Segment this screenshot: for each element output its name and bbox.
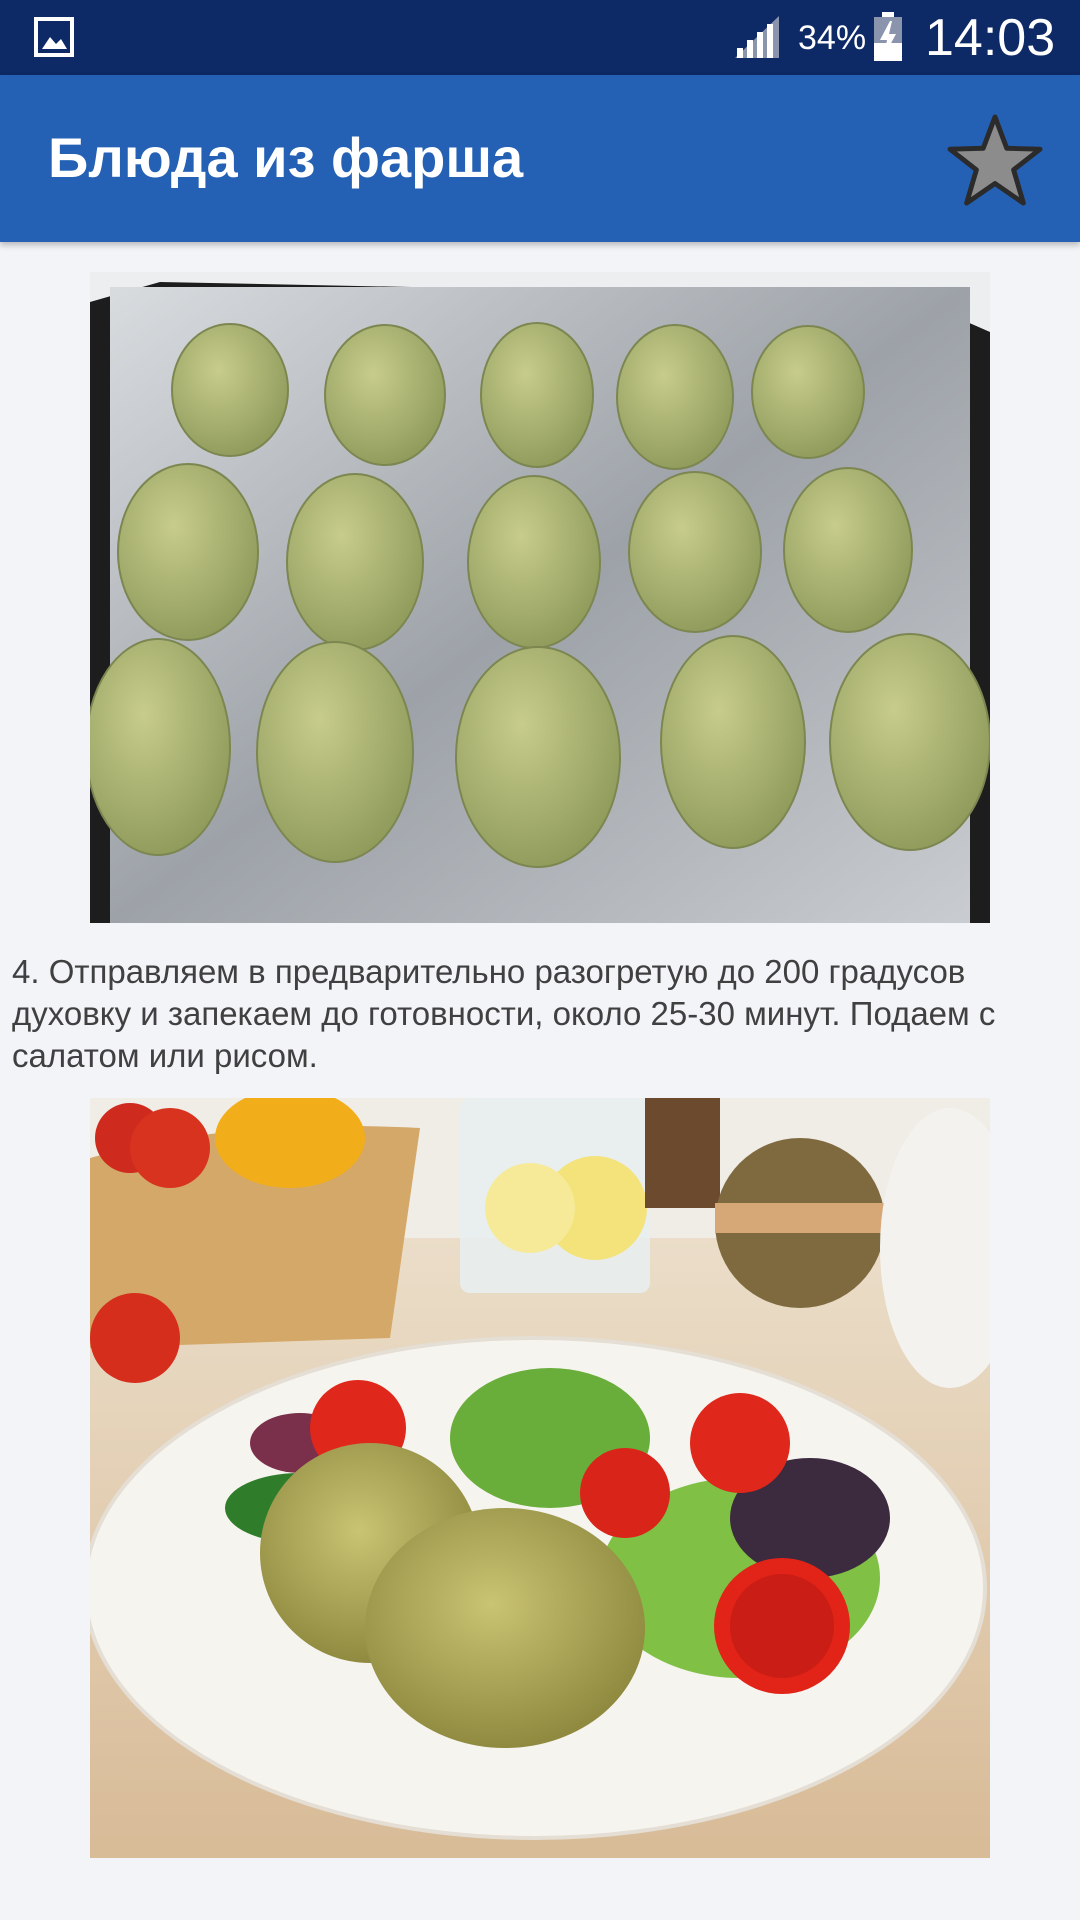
battery-percent: 34% bbox=[798, 19, 867, 57]
star-icon bbox=[947, 114, 1043, 206]
raw-patties-photo bbox=[90, 272, 990, 923]
partial-text-line bbox=[12, 242, 21, 258]
step-4-text: 4. Отправляем в предварительно разогрету… bbox=[12, 953, 996, 1074]
clock: 14:03 bbox=[925, 9, 1056, 67]
favorite-button[interactable] bbox=[940, 105, 1050, 215]
recipe-content[interactable]: 4. Отправляем в предварительно разогрету… bbox=[0, 242, 1080, 1920]
signal-icon bbox=[735, 16, 779, 58]
page-title: Блюда из фарша bbox=[48, 126, 524, 189]
app-bar: Блюда из фарша bbox=[0, 75, 1080, 242]
gallery-icon bbox=[34, 17, 74, 57]
served-patties-photo bbox=[90, 1098, 990, 1858]
battery-charging-icon bbox=[874, 12, 902, 61]
status-bar: 34% 14:03 bbox=[0, 0, 1080, 75]
